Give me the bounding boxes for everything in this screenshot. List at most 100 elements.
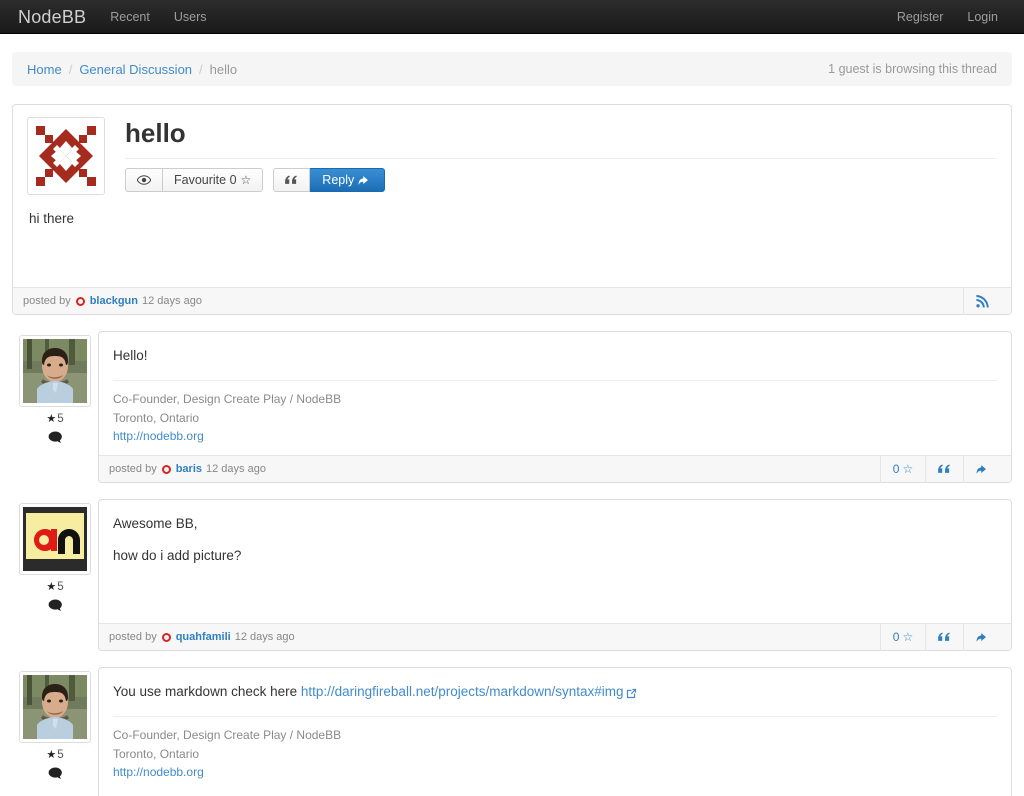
identicon-graphic xyxy=(31,121,101,191)
post-panel: You use markdown check here http://darin… xyxy=(98,667,1012,796)
signature-line-2: Toronto, Ontario xyxy=(113,746,200,761)
eye-icon-graphic xyxy=(137,175,151,186)
nav-link-login[interactable]: Login xyxy=(955,0,1010,33)
post-author-sidebar: ★ 5 xyxy=(12,331,98,444)
signature-line-1: Co-Founder, Design Create Play / NodeBB xyxy=(113,728,342,742)
favourite-post-button[interactable]: 0 ☆ xyxy=(880,623,925,651)
author-signature: Co-Founder, Design Create Play / NodeBB … xyxy=(113,380,997,446)
reply-topic-button[interactable]: Reply xyxy=(310,167,386,192)
user-status-circle-icon xyxy=(161,632,171,642)
topic-button-group-left: Favourite 0 ☆ xyxy=(125,167,264,192)
topic-footer-tools xyxy=(963,287,1001,315)
post-footer-tools: 0 ☆ xyxy=(880,455,1001,483)
posted-by-block: posted by quahfamili 12 days ago xyxy=(109,631,295,643)
avatar[interactable] xyxy=(19,671,91,743)
post-reply-3: ★ 5 You use markdown check here http://d… xyxy=(12,667,1012,796)
reply-arrow-icon-graphic xyxy=(358,175,369,185)
eye-icon xyxy=(137,174,151,186)
breadcrumb-item-home[interactable]: Home xyxy=(27,62,62,77)
post-author-link[interactable]: baris xyxy=(176,463,202,475)
favourite-count: 0 xyxy=(892,462,900,476)
topic-action-bar: Favourite 0 ☆ Reply xyxy=(125,167,997,192)
reply-label: Reply xyxy=(322,172,355,187)
post-timestamp: 12 days ago xyxy=(142,295,202,307)
favourite-count: 0 xyxy=(892,630,900,644)
reply-post-button[interactable] xyxy=(963,455,1001,483)
reputation-value: 5 xyxy=(57,412,64,425)
post-author-sidebar: ★ 5 xyxy=(12,667,98,780)
signature-website-link[interactable]: http://nodebb.org xyxy=(113,765,204,779)
post-footer: posted by quahfamili 12 days ago 0 ☆ xyxy=(99,623,1011,651)
post-paragraph: how do i add picture? xyxy=(113,548,242,563)
breadcrumb-item-general-discussion[interactable]: General Discussion xyxy=(79,62,192,77)
avatar[interactable] xyxy=(19,335,91,407)
breadcrumb-item-current: hello xyxy=(209,61,238,77)
posted-by-block: posted by blackgun 12 days ago xyxy=(23,295,202,307)
account-nav: Register Login xyxy=(885,0,1016,33)
reputation-count: ★ 5 xyxy=(46,412,64,426)
quote-icon-graphic xyxy=(285,175,298,185)
user-status-circle-icon xyxy=(161,464,171,474)
chat-bubble-icon[interactable] xyxy=(48,429,63,444)
chat-bubble-icon-graphic xyxy=(48,599,62,611)
topic-post-footer: posted by blackgun 12 days ago xyxy=(13,287,1011,315)
watch-topic-button[interactable] xyxy=(125,167,163,192)
topic-post-content: hi there xyxy=(29,211,75,226)
reply-arrow-icon xyxy=(976,632,986,642)
posted-by-block: posted by baris 12 days ago xyxy=(109,463,266,475)
quote-post-button[interactable] xyxy=(925,623,963,651)
post-text: You use markdown check here xyxy=(113,684,301,699)
breadcrumb-separator: / xyxy=(68,61,73,77)
post-author-sidebar: ★ 5 xyxy=(12,499,98,612)
star-outline-icon: ☆ xyxy=(902,462,914,476)
primary-nav: Recent Users xyxy=(98,0,218,33)
star-outline-icon: ☆ xyxy=(902,630,914,644)
markdown-syntax-link[interactable]: http://daringfireball.net/projects/markd… xyxy=(301,684,624,699)
browsing-count-text: 1 guest is browsing this thread xyxy=(828,62,997,76)
post-panel: Hello! Co-Founder, Design Create Play / … xyxy=(98,331,1012,483)
reply-post-button[interactable] xyxy=(963,623,1001,651)
quote-post-button[interactable] xyxy=(925,455,963,483)
nav-link-users[interactable]: Users xyxy=(162,0,219,33)
nav-link-recent[interactable]: Recent xyxy=(98,0,162,33)
posted-by-text: posted by xyxy=(109,463,157,475)
topic-button-group-right: Reply xyxy=(273,167,386,192)
post-author-link[interactable]: quahfamili xyxy=(176,631,231,643)
chat-bubble-icon[interactable] xyxy=(48,597,63,612)
post-timestamp: 12 days ago xyxy=(206,463,266,475)
reputation-count: ★ 5 xyxy=(46,580,64,594)
nav-link-register[interactable]: Register xyxy=(885,0,956,33)
external-link-icon-graphic xyxy=(626,688,636,698)
author-signature: Co-Founder, Design Create Play / NodeBB … xyxy=(113,716,997,782)
star-filled-icon: ★ xyxy=(46,749,57,761)
post-paragraph: You use markdown check here http://darin… xyxy=(113,684,997,699)
favourite-post-button[interactable]: 0 ☆ xyxy=(880,455,925,483)
post-body: You use markdown check here http://darin… xyxy=(99,668,1011,796)
post-author-link[interactable]: blackgun xyxy=(90,295,138,307)
chat-bubble-icon[interactable] xyxy=(48,765,63,780)
post-panel: Awesome BB, how do i add picture? posted… xyxy=(98,499,1012,651)
reputation-value: 5 xyxy=(57,580,64,593)
quote-topic-button[interactable] xyxy=(273,167,311,192)
favourite-label: Favourite 0 xyxy=(174,172,237,187)
post-paragraph: Awesome BB, xyxy=(113,516,198,531)
post-reply-1: ★ 5 Hello! Co-Founder, Design Create Pla… xyxy=(12,331,1012,483)
external-link-icon xyxy=(626,687,637,699)
rss-icon xyxy=(976,294,989,307)
post-paragraph: Hello! xyxy=(113,348,148,363)
post-footer: posted by baris 12 days ago 0 ☆ xyxy=(99,455,1011,483)
user-status-circle-icon xyxy=(75,296,85,306)
quote-icon xyxy=(285,174,298,186)
quote-icon xyxy=(938,464,950,473)
reputation-value: 5 xyxy=(57,748,64,761)
signature-website-link[interactable]: http://nodebb.org xyxy=(113,429,204,443)
avatar-photo-baris xyxy=(23,339,87,403)
post-footer-tools: 0 ☆ xyxy=(880,623,1001,651)
rss-feed-button[interactable] xyxy=(963,287,1001,315)
site-brand-nodebb[interactable]: NodeBB xyxy=(8,0,98,33)
breadcrumb-separator: / xyxy=(199,61,203,77)
favourite-topic-button[interactable]: Favourite 0 ☆ xyxy=(163,167,264,192)
topic-avatar-identicon[interactable] xyxy=(27,117,105,195)
avatar[interactable] xyxy=(19,503,91,575)
reply-arrow-icon xyxy=(358,173,372,185)
